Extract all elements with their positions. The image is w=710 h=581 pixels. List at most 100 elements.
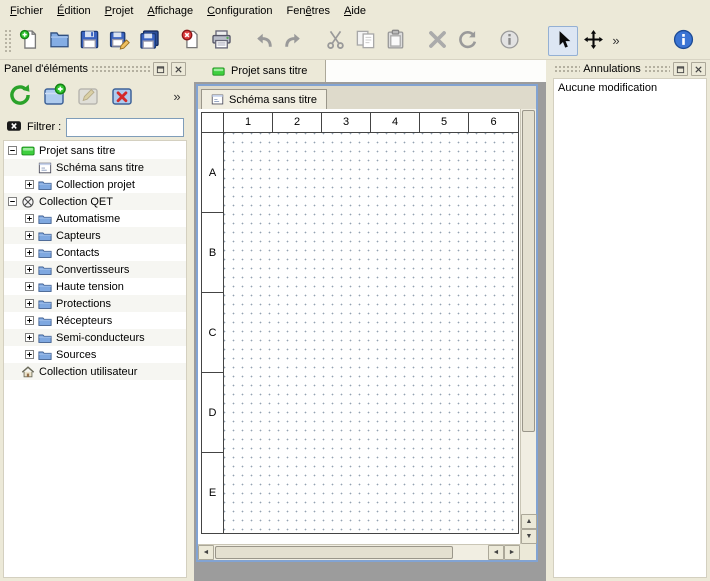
open-document-button[interactable]	[44, 26, 74, 56]
undo-empty-message: Aucune modification	[558, 82, 657, 94]
vertical-scrollbar[interactable]: ▲ ▼	[520, 109, 536, 544]
tree-item-semi-conducteurs[interactable]: Semi-conducteurs	[4, 329, 186, 346]
new-element-button[interactable]	[39, 81, 69, 111]
diagram-grid[interactable]	[224, 133, 518, 533]
tree-item-protections[interactable]: Protections	[4, 295, 186, 312]
expand-expander-icon[interactable]	[25, 265, 34, 274]
column-label: 5	[420, 113, 469, 132]
toolbar-separator	[236, 22, 248, 59]
float-panel-button[interactable]	[153, 62, 168, 76]
tree-item-recepteurs[interactable]: Récepteurs	[4, 312, 186, 329]
tree-item-collection-qet[interactable]: Collection QET	[4, 193, 186, 210]
floppy-stack-icon	[139, 29, 160, 53]
row-header: A B C D E	[202, 133, 224, 533]
elements-panel-titlebar[interactable]: Panel d'éléments	[0, 60, 190, 78]
scrollbar-track[interactable]	[454, 545, 488, 560]
tree-item-capteurs[interactable]: Capteurs	[4, 227, 186, 244]
menu-fenetres[interactable]: Fenêtres	[280, 2, 337, 20]
rotate-button[interactable]	[452, 26, 482, 56]
column-label: 4	[371, 113, 420, 132]
horizontal-scrollbar[interactable]: ◄ ◄ ►	[198, 544, 520, 560]
menu-affichage[interactable]: Affichage	[140, 2, 200, 20]
project-icon	[212, 65, 225, 78]
reload-icon	[8, 83, 32, 110]
tree-item-contacts[interactable]: Contacts	[4, 244, 186, 261]
tree-item-convertisseurs[interactable]: Convertisseurs	[4, 261, 186, 278]
redo-button[interactable]	[278, 26, 308, 56]
floppy-pencil-icon	[109, 29, 130, 53]
undo-panel-titlebar[interactable]: Annulations	[550, 60, 710, 78]
menu-fichier[interactable]: Fichier	[3, 2, 50, 20]
vertical-scrollbar-thumb[interactable]	[522, 110, 535, 432]
tab-schema-sans-titre[interactable]: Schéma sans titre	[201, 89, 327, 109]
delete-element-button[interactable]	[107, 81, 137, 111]
save-as-button[interactable]	[104, 26, 134, 56]
schema-subwindow: Schéma sans titre 1 2 3 4	[196, 84, 538, 562]
menu-projet[interactable]: Projet	[98, 2, 141, 20]
menu-aide[interactable]: Aide	[337, 2, 373, 20]
save-all-button[interactable]	[134, 26, 164, 56]
tree-item-collection-utilisateur[interactable]: Collection utilisateur	[4, 363, 186, 380]
selection-mode-button[interactable]	[548, 26, 578, 56]
reload-collections-button[interactable]	[5, 81, 35, 111]
clear-filter-icon[interactable]	[6, 118, 22, 137]
undo-history-list[interactable]: Aucune modification	[553, 78, 707, 578]
filter-label: Filtrer :	[27, 121, 61, 133]
tree-item-collection-projet[interactable]: Collection projet	[4, 176, 186, 193]
dock-grip[interactable]	[554, 65, 580, 73]
expand-expander-icon[interactable]	[25, 231, 34, 240]
dock-grip[interactable]	[644, 65, 670, 73]
scroll-down-button[interactable]: ▼	[521, 529, 537, 544]
filter-input[interactable]	[66, 118, 184, 137]
pan-mode-button[interactable]	[578, 26, 608, 56]
tree-item-projet-sans-titre[interactable]: Projet sans titre	[4, 142, 186, 159]
print-button[interactable]	[206, 26, 236, 56]
scroll-left-button-2[interactable]: ◄	[488, 545, 504, 560]
panel-toolbar-overflow-button[interactable]: »	[169, 81, 185, 111]
expand-expander-icon[interactable]	[25, 214, 34, 223]
collapse-expander-icon[interactable]	[8, 197, 17, 206]
tree-item-label: Collection QET	[39, 196, 113, 208]
toolbar-overflow-button[interactable]: »	[608, 26, 624, 56]
expand-expander-icon[interactable]	[25, 282, 34, 291]
printer-icon	[211, 29, 232, 53]
menu-configuration[interactable]: Configuration	[200, 2, 279, 20]
undo-button[interactable]	[248, 26, 278, 56]
scroll-up-button[interactable]: ▲	[521, 514, 537, 529]
close-panel-button[interactable]	[171, 62, 186, 76]
paste-button[interactable]	[380, 26, 410, 56]
horizontal-scrollbar-thumb[interactable]	[215, 546, 453, 559]
toolbar-handle[interactable]	[4, 29, 11, 53]
close-document-button[interactable]	[176, 26, 206, 56]
diagram-info-button[interactable]	[494, 26, 524, 56]
about-qet-button[interactable]	[668, 26, 698, 56]
close-panel-button[interactable]	[691, 62, 706, 76]
dock-grip[interactable]	[91, 65, 150, 73]
menu-edition[interactable]: Édition	[50, 2, 98, 20]
column-label: 1	[224, 113, 273, 132]
new-document-button[interactable]	[14, 26, 44, 56]
tree-item-haute-tension[interactable]: Haute tension	[4, 278, 186, 295]
expand-expander-icon[interactable]	[25, 350, 34, 359]
scroll-left-button[interactable]: ◄	[198, 545, 214, 560]
cut-button[interactable]	[320, 26, 350, 56]
delete-button[interactable]	[422, 26, 452, 56]
edit-element-button[interactable]	[73, 81, 103, 111]
copy-button[interactable]	[350, 26, 380, 56]
tab-projet-sans-titre[interactable]: Projet sans titre	[194, 60, 326, 82]
expand-expander-icon[interactable]	[25, 316, 34, 325]
expand-expander-icon[interactable]	[25, 333, 34, 342]
diagram-view[interactable]: 1 2 3 4 5 6 A B	[198, 109, 520, 544]
scrollbar-track[interactable]	[521, 433, 536, 514]
save-button[interactable]	[74, 26, 104, 56]
tree-item-automatisme[interactable]: Automatisme	[4, 210, 186, 227]
tree-item-schema-sans-titre[interactable]: Schéma sans titre	[4, 159, 186, 176]
collapse-expander-icon[interactable]	[8, 146, 17, 155]
expand-expander-icon[interactable]	[25, 180, 34, 189]
scroll-right-button[interactable]: ►	[504, 545, 520, 560]
new-document-icon	[19, 29, 40, 53]
expand-expander-icon[interactable]	[25, 299, 34, 308]
expand-expander-icon[interactable]	[25, 248, 34, 257]
tree-item-sources[interactable]: Sources	[4, 346, 186, 363]
float-panel-button[interactable]	[673, 62, 688, 76]
